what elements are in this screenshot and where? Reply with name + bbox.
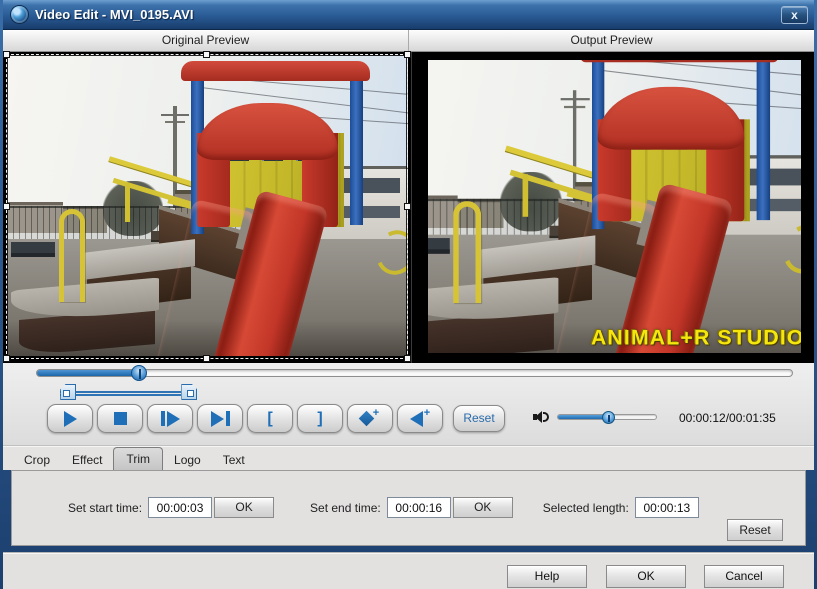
seek-slider[interactable] — [36, 365, 793, 381]
end-time-ok-button[interactable]: OK — [452, 497, 513, 518]
crop-handle-top-left[interactable] — [3, 51, 10, 58]
output-video-frame: ANIMAL+R STUDIO — [428, 60, 801, 353]
crop-handle-middle-right[interactable] — [404, 202, 411, 210]
crop-handle-bottom-right[interactable] — [404, 355, 411, 362]
trim-reset-button[interactable]: Reset — [727, 519, 783, 541]
plus-icon: + — [372, 406, 380, 419]
volume-thumb[interactable] — [601, 411, 615, 424]
original-preview-label: Original Preview — [3, 30, 409, 51]
trim-end-handle[interactable] — [181, 384, 198, 400]
seek-fill — [37, 370, 139, 376]
step-tri-icon — [166, 410, 180, 427]
output-preview-label: Output Preview — [570, 33, 653, 47]
split-segment-button[interactable]: + — [347, 404, 393, 433]
step-forward-button[interactable] — [147, 404, 193, 433]
next-bar-icon — [225, 411, 230, 426]
volume-slider[interactable] — [557, 411, 657, 424]
stop-button[interactable] — [97, 404, 143, 433]
volume-group — [533, 409, 657, 425]
right-bracket-icon: ] — [317, 409, 323, 427]
edit-tab-strip: Crop Effect Trim Logo Text — [3, 446, 814, 471]
crop-handle-bottom-middle[interactable] — [203, 355, 210, 362]
help-button[interactable]: Help — [507, 565, 587, 588]
video-frame-scene: ANIMAL+R STUDIO — [428, 60, 801, 353]
dialog-footer: Help OK Cancel — [3, 552, 814, 589]
end-time-input[interactable] — [386, 497, 451, 518]
step-bar-icon — [160, 411, 165, 426]
trim-settings-row: Set start time: OK Set end time: OK Sele… — [12, 497, 805, 541]
plus-icon: + — [423, 406, 431, 419]
logo-watermark-text: ANIMAL+R STUDIO — [590, 326, 801, 350]
start-time-ok-button[interactable]: OK — [214, 497, 275, 518]
start-time-input[interactable] — [148, 497, 213, 518]
selected-length-input[interactable] — [634, 497, 699, 518]
transport-button-row: [ ] + + Reset — [47, 404, 505, 433]
title-bar[interactable]: Video Edit - MVI_0195.AVI x — [3, 0, 814, 30]
crop-handle-top-middle[interactable] — [203, 51, 210, 58]
cancel-button[interactable]: Cancel — [704, 565, 784, 588]
selected-length-label: Selected length: — [542, 500, 629, 515]
play-button[interactable] — [47, 404, 93, 433]
cube-icon — [358, 410, 375, 427]
trim-start-handle[interactable] — [60, 384, 77, 400]
window-title: Video Edit - MVI_0195.AVI — [35, 7, 194, 22]
tab-text[interactable]: Text — [212, 449, 256, 471]
trim-tab-panel: Set start time: OK Set end time: OK Sele… — [11, 470, 806, 546]
set-start-time-label: Set start time: — [68, 500, 143, 515]
crop-selection-marquee[interactable] — [3, 51, 411, 362]
left-bracket-icon: [ — [267, 409, 273, 427]
trim-range-slider — [36, 383, 793, 401]
play-icon — [63, 410, 77, 427]
trim-range-line — [60, 391, 182, 393]
tab-effect[interactable]: Effect — [61, 449, 113, 471]
playback-controls: [ ] + + Reset 00:00:12/00:01:35 — [3, 363, 814, 446]
stop-icon — [113, 412, 127, 425]
tab-logo[interactable]: Logo — [163, 449, 212, 471]
next-tri-icon — [210, 410, 224, 427]
preview-area: ANIMAL+R STUDIO — [3, 51, 814, 363]
seek-thumb[interactable] — [130, 365, 147, 381]
tab-trim[interactable]: Trim — [113, 447, 164, 471]
original-preview-pane: ANIMAL+R STUDIO — [3, 51, 412, 363]
back-arrow-icon — [409, 410, 423, 427]
mark-end-button[interactable]: ] — [297, 404, 343, 433]
time-display: 00:00:12/00:01:35 — [679, 411, 776, 425]
ok-button[interactable]: OK — [606, 565, 686, 588]
speaker-icon[interactable] — [533, 409, 551, 425]
app-icon — [11, 6, 28, 23]
mark-start-button[interactable]: [ — [247, 404, 293, 433]
video-edit-dialog: Video Edit - MVI_0195.AVI x Original Pre… — [0, 0, 817, 589]
snapshot-button[interactable]: + — [397, 404, 443, 433]
crop-handle-top-right[interactable] — [404, 51, 411, 58]
set-end-time-label: Set end time: — [310, 500, 381, 515]
close-button[interactable]: x — [781, 5, 808, 24]
crop-handle-middle-left[interactable] — [3, 202, 10, 210]
player-reset-button[interactable]: Reset — [453, 405, 505, 432]
next-keyframe-button[interactable] — [197, 404, 243, 433]
crop-handle-bottom-left[interactable] — [3, 355, 10, 362]
preview-header: Original Preview Output Preview — [3, 30, 814, 52]
tab-crop[interactable]: Crop — [13, 449, 61, 471]
output-preview-pane: ANIMAL+R STUDIO — [412, 52, 813, 363]
